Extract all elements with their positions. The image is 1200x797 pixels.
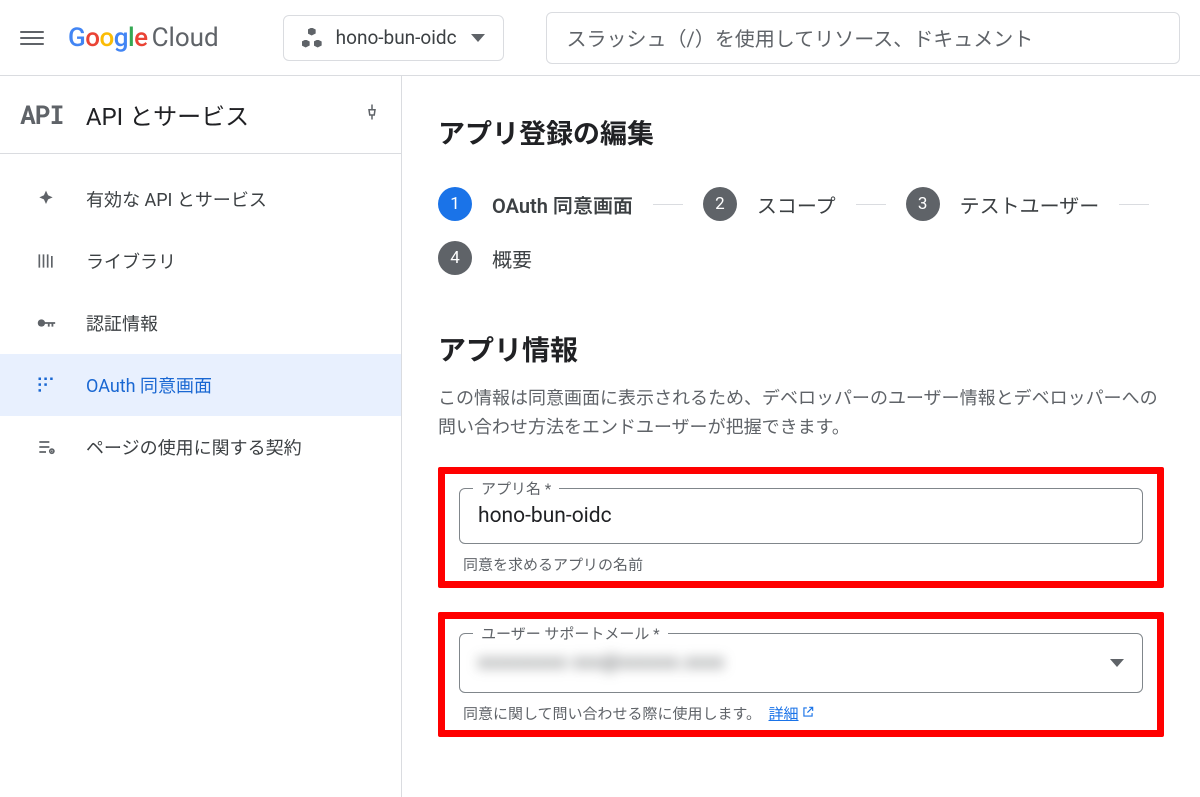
menu-button[interactable] (20, 26, 44, 50)
support-email-value: xxxxxxxxx xxx@xxxxxx.xxxx (478, 652, 725, 673)
step-separator (856, 204, 886, 205)
step-label: スコープ (757, 190, 836, 219)
step-scopes[interactable]: 2 スコープ (703, 187, 836, 221)
enabled-apis-icon (34, 187, 58, 211)
step-label: テストユーザー (960, 190, 1100, 219)
sidebar-header: API API とサービス (0, 76, 401, 154)
step-number: 3 (906, 187, 940, 221)
project-icon (302, 28, 322, 48)
support-email-label: ユーザー サポートメール * (473, 623, 668, 644)
app-name-input[interactable] (459, 488, 1143, 544)
sidebar-item-library[interactable]: ライブラリ (0, 230, 401, 292)
stepper: 1 OAuth 同意画面 2 スコープ 3 テストユーザー 4 概要 (438, 187, 1164, 275)
credentials-icon (34, 311, 58, 335)
sidebar-title: API とサービス (86, 97, 249, 132)
search-input[interactable]: スラッシュ（/）を使用してリソース、ドキュメント (546, 12, 1180, 64)
cloud-logo-text: Cloud (152, 23, 219, 53)
project-selector[interactable]: hono-bun-oidc (283, 15, 504, 61)
sidebar-item-label: ページの使用に関する契約 (86, 434, 302, 460)
sidebar-item-label: 有効な API とサービス (86, 186, 267, 212)
project-name-label: hono-bun-oidc (336, 26, 457, 49)
api-logo: API (20, 98, 64, 132)
search-placeholder-text: スラッシュ（/）を使用してリソース、ドキュメント (567, 23, 1034, 52)
sidebar-item-label: ライブラリ (86, 248, 176, 274)
step-separator (1119, 204, 1149, 205)
step-separator (653, 204, 683, 205)
library-icon (34, 249, 58, 273)
step-summary[interactable]: 4 概要 (438, 241, 532, 275)
oauth-consent-icon (34, 373, 58, 397)
main-content: アプリ登録の編集 1 OAuth 同意画面 2 スコープ 3 テストユーザー 4… (402, 76, 1200, 797)
sidebar: API API とサービス 有効な API とサービス ライブラリ (0, 76, 402, 797)
chevron-down-icon (1110, 659, 1124, 667)
step-number: 2 (703, 187, 737, 221)
step-label: 概要 (492, 244, 532, 273)
pin-icon[interactable] (363, 102, 381, 127)
step-oauth-consent[interactable]: 1 OAuth 同意画面 (438, 187, 633, 221)
support-email-helper: 同意に関して問い合わせる際に使用します。 詳細 (459, 703, 1143, 724)
step-label: OAuth 同意画面 (492, 190, 633, 219)
sidebar-item-label: OAuth 同意画面 (86, 372, 212, 398)
step-number: 1 (438, 187, 472, 221)
support-email-highlight: ユーザー サポートメール * xxxxxxxxx xxx@xxxxxx.xxxx… (438, 612, 1164, 737)
sidebar-item-label: 認証情報 (86, 310, 158, 336)
google-logo-text: Google (68, 23, 148, 53)
app-name-helper: 同意を求めるアプリの名前 (459, 554, 1143, 575)
step-number: 4 (438, 241, 472, 275)
page-title: アプリ登録の編集 (438, 112, 1164, 151)
app-name-label: アプリ名 * (473, 478, 559, 499)
external-link-icon (801, 705, 815, 723)
google-cloud-logo[interactable]: Google Cloud (68, 23, 219, 53)
sidebar-item-oauth-consent[interactable]: OAuth 同意画面 (0, 354, 401, 416)
app-info-section-title: アプリ情報 (438, 329, 1164, 369)
sidebar-item-enabled-apis[interactable]: 有効な API とサービス (0, 168, 401, 230)
sidebar-item-page-usage[interactable]: ページの使用に関する契約 (0, 416, 401, 478)
page-usage-icon (34, 435, 58, 459)
sidebar-item-credentials[interactable]: 認証情報 (0, 292, 401, 354)
step-test-users[interactable]: 3 テストユーザー (906, 187, 1100, 221)
chevron-down-icon (471, 34, 485, 42)
learn-more-link[interactable]: 詳細 (769, 705, 815, 723)
app-info-description: この情報は同意画面に表示されるため、デベロッパーのユーザー情報とデベロッパーへの… (438, 385, 1164, 443)
app-name-highlight: アプリ名 * 同意を求めるアプリの名前 (438, 467, 1164, 588)
